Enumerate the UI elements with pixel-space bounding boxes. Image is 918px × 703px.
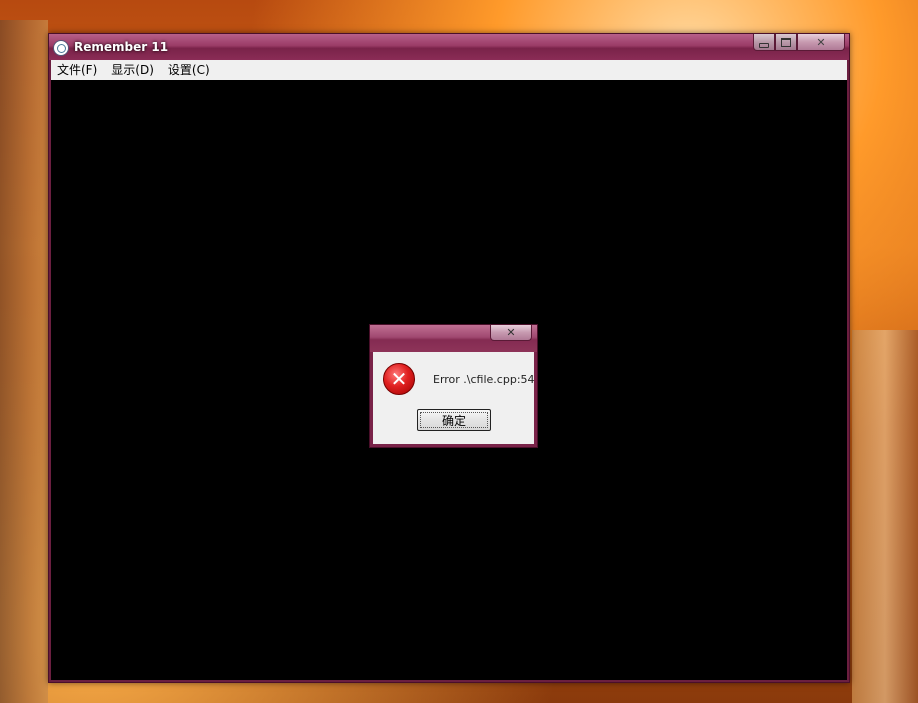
minimize-icon [759, 42, 769, 48]
error-message: Error .\cfile.cpp:54 [433, 373, 535, 386]
close-icon: ✕ [506, 326, 516, 339]
ok-button[interactable]: 确定 [417, 409, 491, 431]
menu-settings[interactable]: 设置(C) [162, 60, 216, 80]
error-dialog: ✕ ✕ Error .\cfile.cpp:54 确定 [369, 324, 538, 448]
desktop-background-right [852, 330, 918, 703]
window-title: Remember 11 [74, 40, 169, 54]
menu-bar: 文件(F) 显示(D) 设置(C) [51, 60, 847, 80]
close-button[interactable]: ✕ [797, 34, 845, 51]
dialog-body: ✕ Error .\cfile.cpp:54 确定 [373, 352, 535, 444]
close-icon: ✕ [816, 35, 826, 49]
minimize-button[interactable] [753, 34, 775, 51]
error-icon-glyph: ✕ [390, 367, 408, 391]
dialog-close-button[interactable]: ✕ [490, 325, 532, 341]
app-icon [53, 40, 69, 56]
menu-file[interactable]: 文件(F) [51, 60, 103, 80]
maximize-icon [781, 37, 791, 47]
error-icon: ✕ [383, 363, 415, 395]
desktop-background-left [0, 20, 48, 703]
maximize-button[interactable] [775, 34, 797, 51]
window-titlebar[interactable]: Remember 11 ✕ [49, 34, 849, 60]
menu-display[interactable]: 显示(D) [105, 60, 160, 80]
dialog-titlebar[interactable]: ✕ [370, 325, 537, 352]
